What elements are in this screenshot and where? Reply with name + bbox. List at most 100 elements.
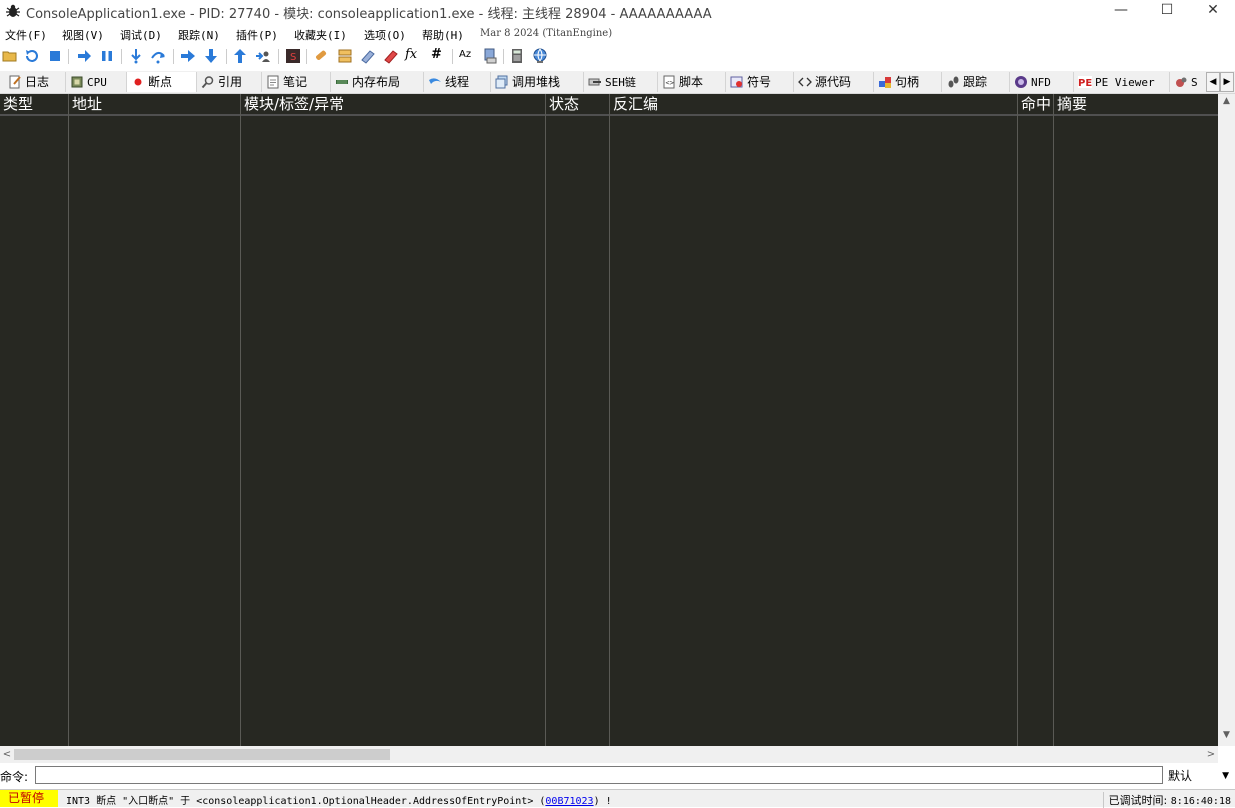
animate-into-icon[interactable]: [180, 48, 196, 64]
stop-icon[interactable]: [47, 48, 63, 64]
execute-till-return-icon[interactable]: [232, 48, 248, 64]
tab-trace[interactable]: 跟踪: [942, 72, 1010, 92]
chevron-down-icon: ▼: [1222, 771, 1229, 781]
tab-cpu[interactable]: CPU: [66, 72, 127, 92]
restart-icon[interactable]: [24, 48, 40, 64]
tab-notes[interactable]: 笔记: [262, 72, 331, 92]
tab-nfd[interactable]: NFD: [1010, 72, 1074, 92]
scroll-up-button[interactable]: ▲: [1218, 96, 1235, 110]
tab-memory-map[interactable]: 内存布局: [331, 72, 424, 92]
variables-icon[interactable]: #: [431, 47, 447, 63]
column-header-summary[interactable]: 摘要: [1054, 94, 1218, 114]
column-divider[interactable]: [609, 94, 610, 746]
command-bar: 命令: 默认 ▼: [0, 765, 1235, 787]
menu-debug[interactable]: 调试(D): [120, 27, 162, 43]
column-header-hits[interactable]: 命中: [1018, 94, 1053, 114]
tab-threads[interactable]: 线程: [424, 72, 491, 92]
toolbar-separator: [306, 49, 307, 64]
tab-log[interactable]: 日志: [4, 72, 66, 92]
tab-references-label: 引用: [218, 75, 243, 89]
toolbar-separator: [452, 49, 453, 64]
scroll-right-button[interactable]: >: [1204, 746, 1218, 763]
tab-memory-map-label: 内存布局: [352, 75, 401, 89]
tab-handles[interactable]: 句柄: [874, 72, 942, 92]
scylla-icon[interactable]: S: [285, 48, 301, 64]
scroll-down-button[interactable]: ▼: [1218, 730, 1235, 744]
step-into-icon[interactable]: [128, 48, 144, 64]
maximize-button[interactable]: ☐: [1144, 0, 1190, 22]
comments-icon[interactable]: [337, 48, 353, 64]
breakpoints-table[interactable]: 类型 地址 模块/标签/异常 状态 反汇编 命中 摘要: [0, 94, 1218, 746]
calculator-icon[interactable]: [509, 48, 525, 64]
tab-seh-chain-label: SEH链: [605, 76, 636, 89]
tab-pe-viewer-label: PE Viewer: [1095, 76, 1155, 89]
menu-plugins[interactable]: 插件(P): [236, 27, 278, 43]
tab-pe-viewer[interactable]: PE PE Viewer: [1074, 72, 1170, 92]
tab-source[interactable]: 源代码: [794, 72, 874, 92]
toolbar-separator: [503, 49, 504, 64]
menu-help[interactable]: 帮助(H): [422, 27, 464, 43]
step-over-icon[interactable]: [150, 48, 166, 64]
tab-symbols[interactable]: 符号: [726, 72, 794, 92]
horizontal-scrollbar[interactable]: < >: [0, 746, 1218, 763]
tab-overflow-plugin[interactable]: S: [1170, 72, 1207, 92]
command-mode-select[interactable]: 默认 ▼: [1165, 766, 1233, 786]
column-header-address[interactable]: 地址: [69, 94, 240, 114]
tab-scroll-right-button[interactable]: ▶: [1220, 72, 1234, 92]
run-to-user-code-icon[interactable]: [255, 48, 271, 64]
seh-icon: [588, 78, 601, 86]
column-divider[interactable]: [1017, 94, 1018, 746]
memory-icon: [336, 80, 348, 84]
column-header-type[interactable]: 类型: [0, 94, 68, 114]
tab-references[interactable]: 引用: [197, 72, 262, 92]
tab-seh-chain[interactable]: SEH链: [584, 72, 658, 92]
functions-icon[interactable]: fx: [405, 47, 423, 63]
intermodular-calls-icon[interactable]: [482, 48, 498, 64]
column-header-state[interactable]: 状态: [546, 94, 609, 114]
column-divider[interactable]: [240, 94, 241, 746]
vertical-scrollbar[interactable]: ▲ ▼: [1218, 94, 1235, 746]
animate-over-icon[interactable]: [203, 48, 219, 64]
debug-time-value: 8:16:40:18: [1170, 796, 1231, 807]
scroll-left-button[interactable]: <: [0, 746, 14, 763]
tab-breakpoints[interactable]: 断点: [127, 72, 197, 92]
toolbar-separator: [173, 49, 174, 64]
run-icon[interactable]: [76, 48, 92, 64]
tab-call-stack[interactable]: 调用堆栈: [491, 72, 584, 92]
close-button[interactable]: ✕: [1190, 0, 1235, 22]
menu-view[interactable]: 视图(V): [62, 27, 104, 43]
horizontal-scroll-thumb[interactable]: [14, 749, 390, 760]
column-divider[interactable]: [1053, 94, 1054, 746]
command-input[interactable]: [35, 766, 1163, 784]
menu-favourites[interactable]: 收藏夹(I): [294, 27, 347, 43]
log-icon: [9, 75, 21, 89]
patch-icon[interactable]: [313, 48, 329, 64]
tab-scroll-left-button[interactable]: ◀: [1206, 72, 1220, 92]
menu-file[interactable]: 文件(F): [5, 27, 47, 43]
menu-options[interactable]: 选项(O): [364, 27, 406, 43]
command-label: 命令:: [0, 770, 29, 784]
callstack-icon: [495, 75, 508, 89]
menu-trace[interactable]: 跟踪(N): [178, 27, 220, 43]
breakpoint-dot-icon: [134, 78, 142, 86]
tab-script[interactable]: <> 脚本: [658, 72, 726, 92]
title-bar: ConsoleApplication1.exe - PID: 27740 - 模…: [0, 0, 1235, 22]
globe-icon[interactable]: [532, 48, 548, 64]
bookmarks-icon[interactable]: [383, 48, 399, 64]
column-divider[interactable]: [68, 94, 69, 746]
minimize-button[interactable]: —: [1098, 0, 1144, 22]
pause-icon[interactable]: [99, 48, 115, 64]
column-header-module-label[interactable]: 模块/标签/异常: [241, 94, 545, 114]
entry-point-address-link[interactable]: 00B71023: [545, 796, 593, 807]
labels-icon[interactable]: [360, 48, 376, 64]
column-divider[interactable]: [545, 94, 546, 746]
cpu-icon: [71, 76, 83, 88]
status-bar: 已暂停 INT3 断点 "入口断点" 于 <consoleapplication…: [0, 789, 1235, 808]
toolbar: S fx # Aᴢ: [0, 46, 1235, 68]
open-folder-icon[interactable]: [2, 48, 18, 64]
column-header-disassembly[interactable]: 反汇编: [610, 94, 1017, 114]
menu-bar: 文件(F) 视图(V) 调试(D) 跟踪(N) 插件(P) 收藏夹(I) 选项(…: [0, 24, 1235, 44]
bug-icon: [6, 4, 20, 17]
strings-icon[interactable]: Aᴢ: [459, 49, 475, 65]
debug-state-badge: 已暂停: [0, 790, 58, 807]
